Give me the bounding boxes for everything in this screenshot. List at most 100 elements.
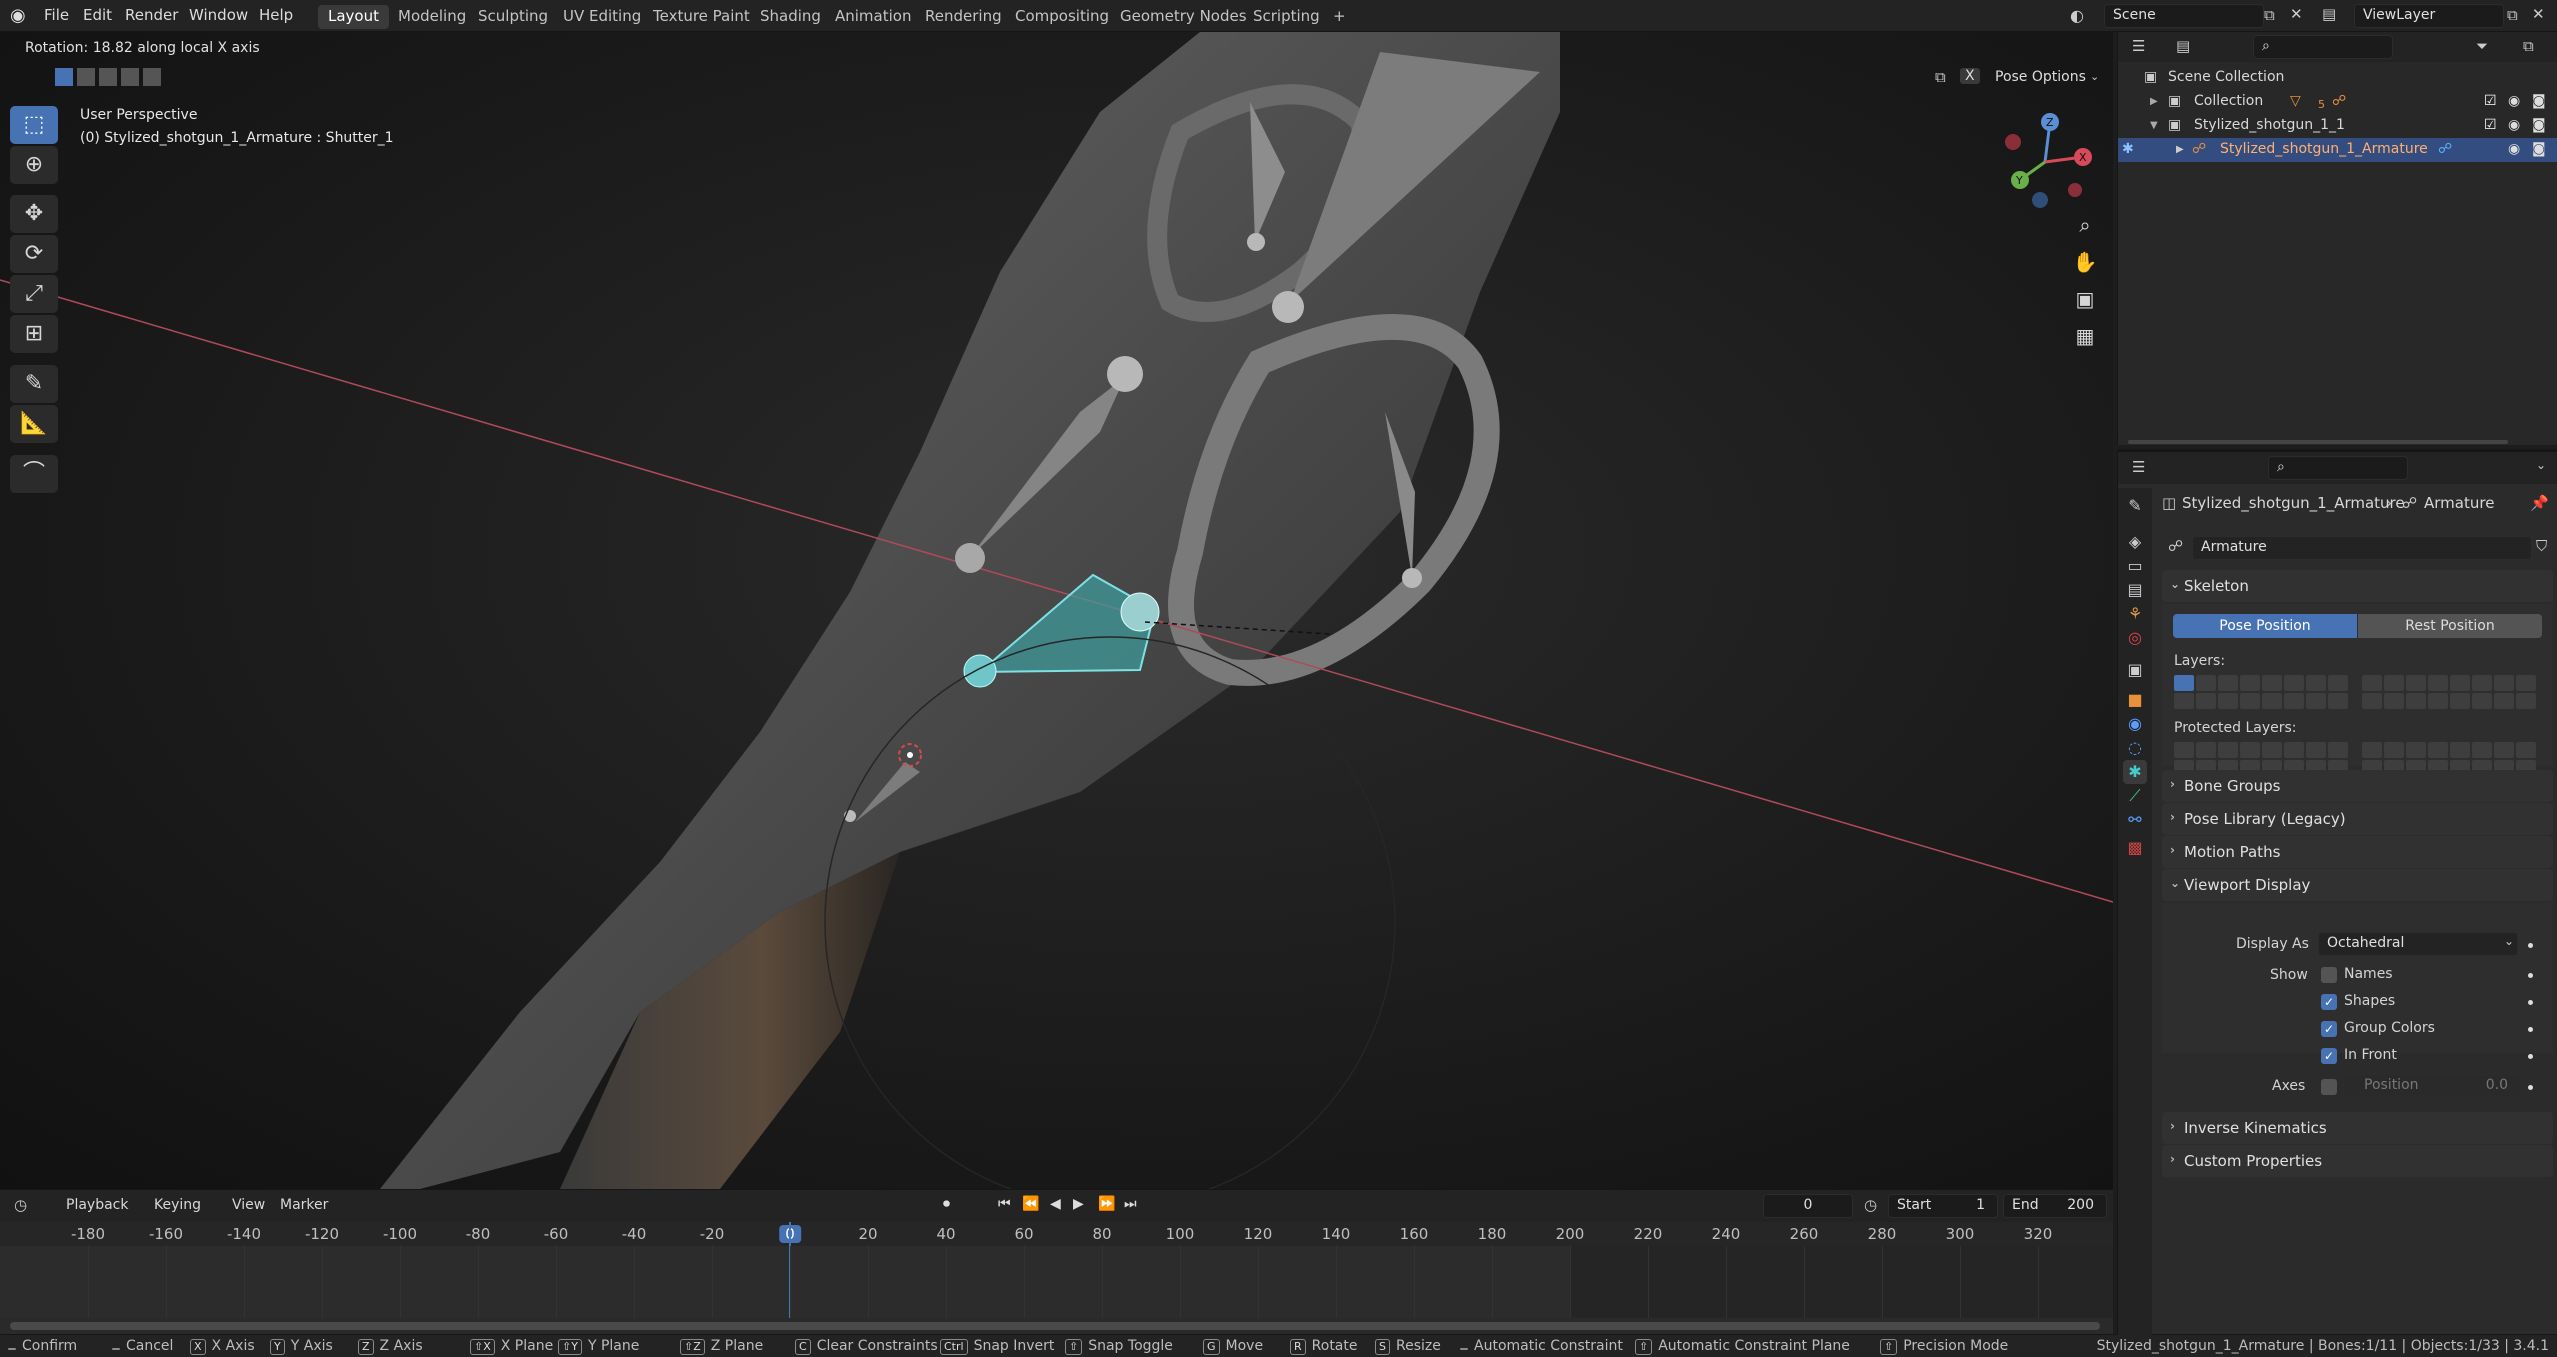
tab-modeling[interactable]: Modeling (388, 5, 476, 29)
scene-field[interactable]: Scene (2104, 4, 2264, 28)
pin-icon[interactable]: 📌 (2530, 494, 2549, 512)
armature-data-tab-icon[interactable]: ✱ (2123, 760, 2147, 784)
xray-icon[interactable]: ⧉ (1935, 68, 1946, 86)
filter-icon[interactable]: ⏷ (2476, 37, 2488, 55)
tab-texture-paint[interactable]: Texture Paint (643, 5, 760, 29)
menu-help[interactable]: Help (259, 6, 293, 24)
measure-tool[interactable]: 📐 (10, 405, 58, 443)
keyframe-dot[interactable] (2528, 1027, 2533, 1032)
3d-viewport[interactable]: Rotation: 18.82 along local X axis User … (0, 32, 2113, 1189)
preview-range-icon[interactable]: ◷ (1864, 1196, 1877, 1214)
pose-mode-icon[interactable]: ✱ (2122, 141, 2134, 157)
select-tool[interactable]: ⬚ (10, 106, 58, 144)
tab-sculpting[interactable]: Sculpting (468, 5, 558, 29)
new-scene-icon[interactable]: ⧉ (2264, 6, 2275, 24)
clock-icon[interactable]: ◷ (14, 1196, 27, 1214)
menu-file[interactable]: File (44, 6, 69, 24)
outliner-scrollbar[interactable] (2128, 440, 2508, 444)
keyframe-dot[interactable] (2528, 1054, 2533, 1059)
menu-edit[interactable]: Edit (83, 6, 112, 24)
world-tab-icon[interactable]: ◎ (2123, 626, 2147, 650)
group-colors-checkbox[interactable]: ✓ (2321, 1021, 2337, 1037)
tab-compositing[interactable]: Compositing (1005, 5, 1119, 29)
menu-keying[interactable]: Keying (154, 1197, 201, 1213)
menu-render[interactable]: Render (125, 6, 178, 24)
camera-render-icon[interactable]: ◙ (2532, 117, 2546, 133)
display-mode-icon[interactable]: ▤ (2176, 37, 2190, 55)
jump-start-icon[interactable]: ⏮ (998, 1196, 1011, 1212)
axes-checkbox[interactable] (2321, 1079, 2337, 1095)
select-subtract-icon[interactable] (99, 68, 117, 86)
select-invert-icon[interactable] (121, 68, 139, 86)
tab-geometry-nodes[interactable]: Geometry Nodes (1110, 5, 1257, 29)
eye-icon[interactable]: ◉ (2508, 117, 2520, 133)
transform-tool[interactable]: ⊞ (10, 315, 58, 353)
camera-render-icon[interactable]: ◙ (2532, 93, 2546, 109)
motion-paths-panel[interactable]: › Motion Paths (2162, 836, 2553, 868)
eye-icon[interactable]: ◉ (2508, 141, 2520, 157)
expand-arrow-icon[interactable]: ▶ (2176, 144, 2184, 155)
pose-library-panel[interactable]: › Pose Library (Legacy) (2162, 803, 2553, 835)
chevron-down-icon[interactable]: ⌄ (2536, 458, 2546, 472)
outliner-row-stylized-shotgun[interactable]: ▼ ▣ Stylized_shotgun_1_1 ☑ ◉ ◙ (2118, 114, 2557, 138)
physics-tab-icon[interactable]: ◌ (2123, 736, 2147, 760)
view-layer-field[interactable]: ViewLayer (2354, 4, 2504, 28)
jump-end-icon[interactable]: ⏭ (1124, 1196, 1137, 1212)
rotate-tool[interactable]: ⟳ (10, 235, 58, 273)
keyframe-dot[interactable] (2528, 973, 2533, 978)
tool-tab-icon[interactable]: ✎ (2123, 494, 2147, 518)
zoom-icon[interactable]: ⌕ (2070, 210, 2100, 240)
armature-name-field[interactable]: Armature (2192, 536, 2532, 560)
bone-groups-panel[interactable]: › Bone Groups (2162, 770, 2553, 802)
inverse-kinematics-panel[interactable]: › Inverse Kinematics (2162, 1112, 2553, 1144)
editor-type-icon[interactable]: ☰ (2132, 37, 2145, 55)
outliner-search-input[interactable]: ⌕ (2253, 35, 2393, 59)
layers-grid-left[interactable] (2174, 675, 2348, 709)
outliner-row-scene-collection[interactable]: ▣ Scene Collection (2118, 66, 2557, 90)
viewport-display-panel-header[interactable]: ⌄ Viewport Display (2162, 869, 2553, 901)
play-icon[interactable]: ▶ (1073, 1196, 1084, 1212)
view-layer-icon[interactable]: ▤ (2322, 5, 2336, 23)
delete-view-layer-icon[interactable]: ✕ (2532, 5, 2545, 23)
scene-icon[interactable]: ◐ (2070, 6, 2084, 25)
add-workspace-button[interactable]: + (1323, 5, 1356, 29)
armature-icon[interactable]: ☍ (2168, 537, 2183, 555)
modifier-tab-icon[interactable]: ◉ (2123, 712, 2147, 736)
layers-grid-right[interactable] (2362, 675, 2536, 709)
custom-properties-panel[interactable]: › Custom Properties (2162, 1145, 2553, 1177)
tab-rendering[interactable]: Rendering (915, 5, 1012, 29)
view-layer-tab-icon[interactable]: ▤ (2123, 578, 2147, 602)
properties-search-input[interactable]: ⌕ (2268, 456, 2408, 480)
bone-envelope-tool[interactable]: ⌒ (10, 455, 58, 493)
outliner-row-armature[interactable]: ✱ ▶ ☍ Stylized_shotgun_1_Armature ☍ ◉ ◙ (2118, 138, 2557, 162)
in-front-checkbox[interactable]: ✓ (2321, 1048, 2337, 1064)
menu-marker[interactable]: Marker (280, 1197, 328, 1213)
collapse-arrow-icon[interactable]: ▼ (2150, 120, 2158, 131)
outliner-row-collection[interactable]: ▶ ▣ Collection ▽ 5 ☍ ☑ ◉ ◙ (2118, 90, 2557, 114)
frame-ruler[interactable]: -180-160-140-120-100-80-60-40-2002040608… (0, 1222, 2113, 1246)
selection-mode-buttons[interactable] (55, 68, 175, 90)
keyframe-dot[interactable] (2528, 1000, 2533, 1005)
select-extend-icon[interactable] (77, 68, 95, 86)
menu-window[interactable]: Window (189, 6, 248, 24)
blender-logo-icon[interactable]: ◉ (10, 5, 32, 27)
menu-view[interactable]: View (232, 1197, 265, 1213)
timeline-body[interactable] (0, 1222, 2113, 1318)
bone-tab-icon[interactable]: ⟋ (2123, 784, 2147, 808)
play-reverse-icon[interactable]: ◀ (1050, 1196, 1061, 1212)
rest-position-button[interactable]: Rest Position (2358, 614, 2542, 638)
move-tool[interactable]: ✥ (10, 195, 58, 233)
fake-user-shield-icon[interactable]: ⛉ (2536, 537, 2547, 555)
pan-hand-icon[interactable]: ✋ (2070, 247, 2100, 277)
object-tab-icon[interactable]: ■ (2123, 688, 2147, 712)
keyframe-dot[interactable] (2528, 943, 2533, 948)
editor-type-icon[interactable]: ☰ (2132, 458, 2145, 476)
shapes-checkbox[interactable]: ✓ (2321, 994, 2337, 1010)
grid-icon[interactable]: ▦ (2070, 321, 2100, 351)
timeline-scrollbar[interactable] (10, 1322, 2100, 1330)
tab-layout[interactable]: Layout (318, 5, 389, 29)
end-frame-field[interactable]: End 200 (2003, 1194, 2107, 1218)
current-frame-field[interactable]: 0 (1763, 1194, 1853, 1218)
new-view-layer-icon[interactable]: ⧉ (2507, 6, 2518, 24)
pose-options-dropdown[interactable]: Pose Options (1995, 69, 2086, 85)
